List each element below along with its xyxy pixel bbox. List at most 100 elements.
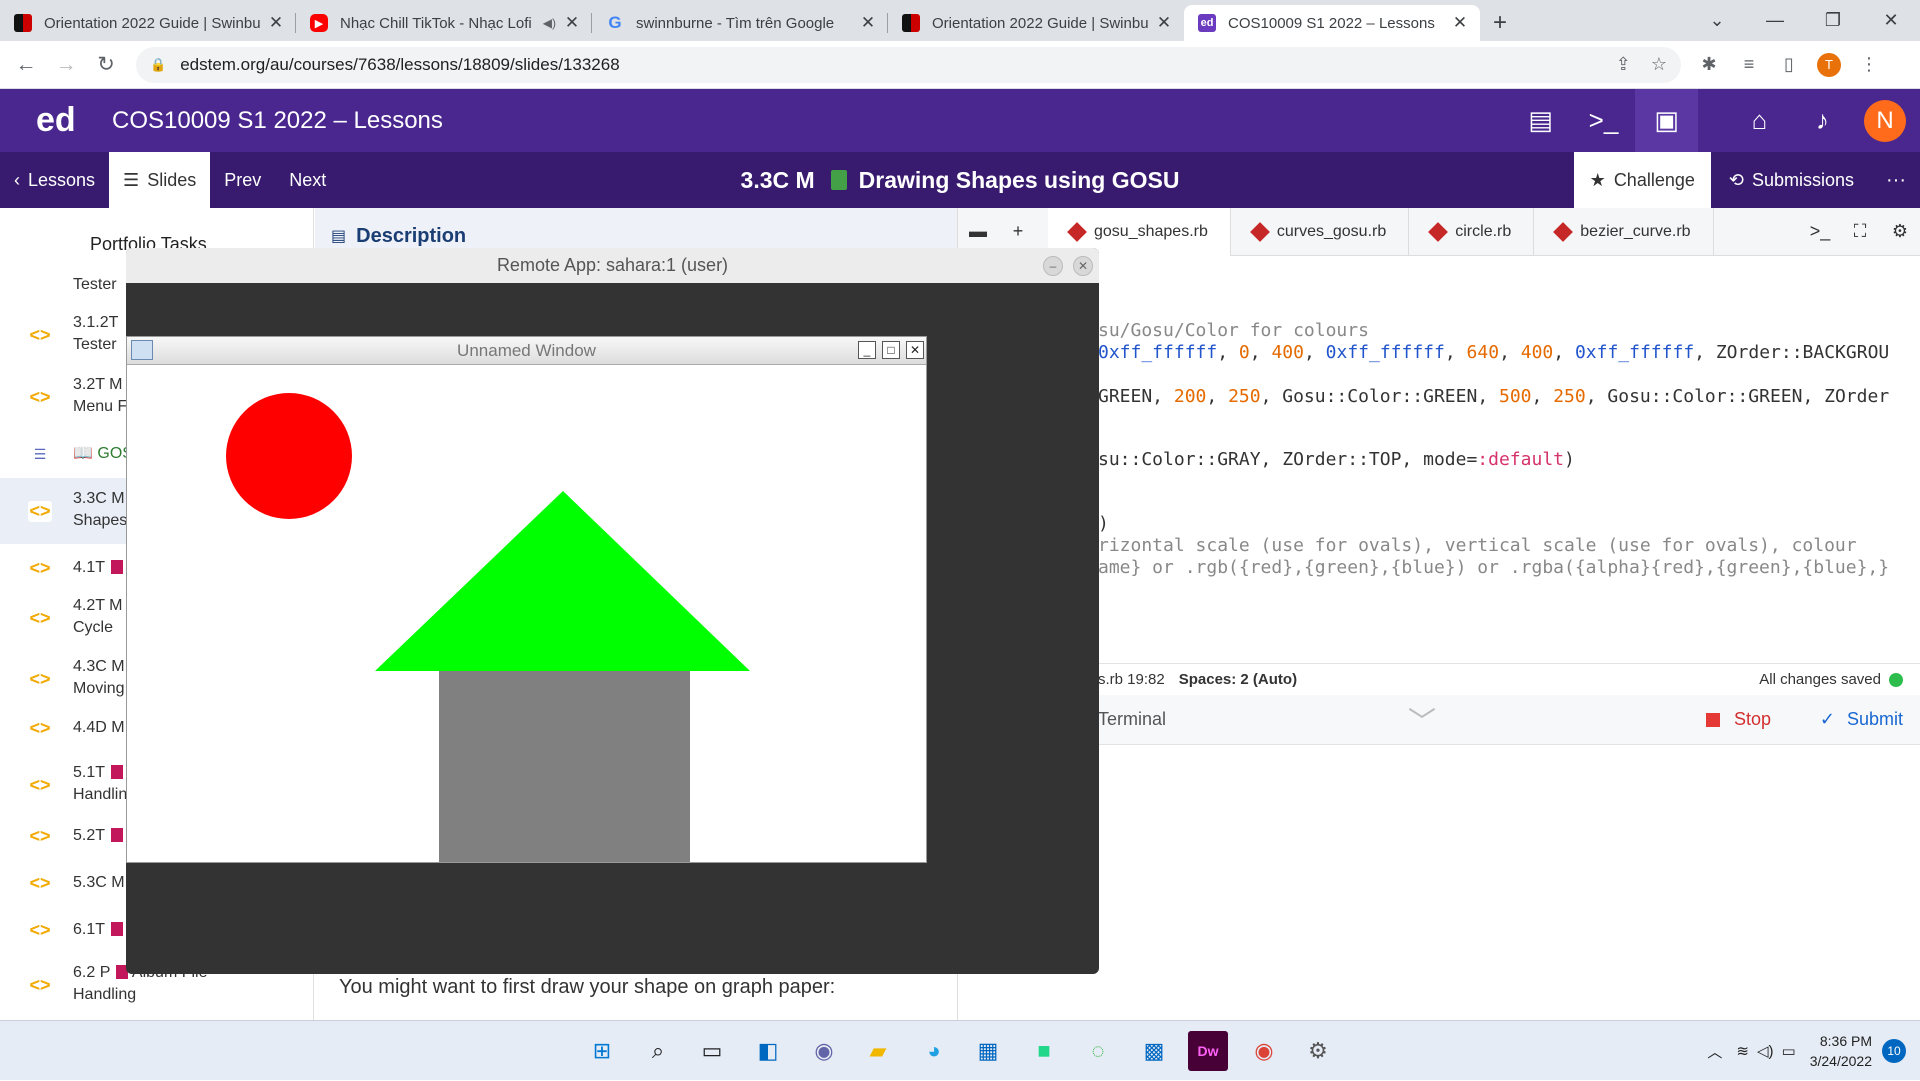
notifications-bell-icon[interactable]: ♪ [1791, 89, 1854, 152]
settings-gear-icon[interactable]: ⚙ [1298, 1031, 1338, 1071]
reload-icon[interactable]: ↻ [86, 45, 126, 85]
side-panel-icon[interactable]: ▯ [1769, 54, 1809, 75]
gray-rectangle-wall [439, 671, 690, 862]
time: 8:36 PM [1819, 1033, 1872, 1049]
indent-setting[interactable]: Spaces: 2 (Auto) [1179, 671, 1297, 688]
browser-tab-3[interactable]: G swinnburne - Tìm trên Google ✕ [592, 5, 888, 41]
discussion-icon[interactable]: ▤ [1509, 89, 1572, 152]
audio-playing-icon[interactable]: ◀) [543, 16, 556, 30]
extensions-icon[interactable]: ✱ [1689, 54, 1729, 75]
browser-tab-1[interactable]: Orientation 2022 Guide | Swinbu ✕ [0, 5, 296, 41]
restore-button[interactable]: ❐ [1804, 0, 1862, 41]
fullscreen-icon[interactable]: ⛶ [1840, 221, 1880, 242]
more-options-icon[interactable]: ··· [1872, 169, 1920, 192]
browser-tab-2[interactable]: ▶ Nhạc Chill TikTok - Nhạc Lofi ◀) ✕ [296, 5, 592, 41]
stop-button[interactable]: Stop [1705, 709, 1771, 730]
bookmark-star-icon[interactable]: ☆ [1651, 54, 1667, 75]
code-line[interactable]: ame} or .rgb({red},{green},{blue}) or .r… [1098, 557, 1889, 578]
browser-tab-4[interactable]: Orientation 2022 Guide | Swinbu ✕ [888, 5, 1184, 41]
settings-gear-icon[interactable]: ⚙ [1880, 221, 1920, 242]
code-line[interactable]: su::Color::GRAY, ZOrder::TOP, mode=:defa… [1098, 449, 1575, 470]
chevron-down-icon[interactable]: ﹀ [1408, 700, 1436, 740]
chevron-up-icon[interactable]: ︿ [1707, 1041, 1722, 1062]
terminal-icon[interactable]: >_ [1800, 221, 1840, 242]
gosu-window-titlebar[interactable]: Unnamed Window _ □ ✕ [127, 337, 926, 365]
file-tree-icon[interactable]: ▬ [958, 221, 998, 242]
notification-badge[interactable]: 10 [1882, 1039, 1906, 1063]
back-icon[interactable]: ← [6, 45, 46, 85]
task-view-icon[interactable]: ▭ [692, 1031, 732, 1071]
close-tab-icon[interactable]: ✕ [1450, 13, 1470, 33]
media-control-icon[interactable]: ≡ [1729, 54, 1769, 75]
ruby-file-icon [1067, 221, 1087, 242]
minimize-button[interactable]: — [1746, 0, 1804, 41]
teams-chat-icon[interactable]: ◉ [804, 1031, 844, 1071]
app-ring-icon[interactable]: ◌ [1078, 1031, 1118, 1071]
code-line[interactable]: rizontal scale (use for ovals), vertical… [1098, 535, 1857, 556]
document-icon: ☰ [33, 445, 47, 462]
add-file-icon[interactable]: + [998, 221, 1038, 242]
maximize-button[interactable]: □ [882, 341, 900, 359]
code-line[interactable]: 0xff_ffffff, 0, 400, 0xff_ffffff, 640, 4… [1098, 342, 1889, 363]
swinburne-flag-icon [14, 14, 32, 32]
chrome-menu-icon[interactable]: ⋮ [1849, 54, 1889, 75]
new-tab-button[interactable]: + [1480, 5, 1520, 41]
share-icon[interactable]: ⇪ [1616, 54, 1631, 75]
chrome-icon[interactable]: ◉ [1244, 1031, 1284, 1071]
tab-search-icon[interactable]: ⌄ [1688, 0, 1746, 41]
volume-icon[interactable]: ◁) [1757, 1042, 1774, 1060]
ed-logo[interactable]: ed [36, 101, 112, 140]
close-tab-icon[interactable]: ✕ [858, 13, 878, 33]
widgets-icon[interactable]: ◧ [748, 1031, 788, 1071]
next-button[interactable]: Next [275, 152, 340, 208]
close-tab-icon[interactable]: ✕ [1154, 13, 1174, 33]
code-line[interactable]: GREEN, 200, 250, Gosu::Color::GREEN, 500… [1098, 386, 1889, 407]
edge-icon[interactable]: ◕ [914, 1031, 954, 1071]
profile-avatar[interactable]: T [1809, 52, 1849, 77]
forward-icon[interactable]: → [46, 45, 86, 85]
dreamweaver-icon[interactable]: Dw [1188, 1031, 1228, 1071]
battery-icon[interactable]: ▭ [1782, 1042, 1796, 1060]
slides-button[interactable]: ☰ Slides [109, 152, 211, 208]
code-icon: <> [29, 668, 51, 689]
file-tab[interactable]: curves_gosu.rb [1231, 207, 1410, 256]
file-tab[interactable]: bezier_curve.rb [1534, 207, 1714, 256]
code-line[interactable]: ) [1098, 513, 1109, 534]
remote-app-titlebar[interactable]: Remote App: sahara:1 (user) – ✕ [126, 248, 1099, 283]
lessons-icon[interactable]: ▣ [1635, 89, 1698, 152]
search-icon[interactable]: ⌕ [638, 1031, 678, 1071]
close-button[interactable]: ✕ [906, 341, 924, 359]
store-icon[interactable]: ▦ [968, 1031, 1008, 1071]
clock[interactable]: 8:36 PM 3/24/2022 [1810, 1031, 1872, 1071]
windows-taskbar: ⊞ ⌕ ▭ ◧ ◉ ▰ ◕ ▦ ■ ◌ ▩ Dw ◉ ⚙ ︿ ≋ ◁) ▭ 8:… [0, 1020, 1920, 1080]
home-icon[interactable]: ⌂ [1728, 89, 1791, 152]
close-button[interactable]: ✕ [1073, 256, 1093, 276]
tab-title: Orientation 2022 Guide | Swinbu [932, 14, 1149, 32]
file-explorer-icon[interactable]: ▰ [858, 1031, 898, 1071]
calendar-icon[interactable]: ▩ [1134, 1031, 1174, 1071]
url-text: edstem.org/au/courses/7638/lessons/18809… [180, 54, 620, 74]
lessons-back-button[interactable]: ‹ Lessons [0, 152, 109, 208]
file-tab[interactable]: circle.rb [1409, 207, 1535, 256]
pycharm-icon[interactable]: ■ [1024, 1031, 1064, 1071]
ruby-file-icon [1553, 221, 1574, 242]
omnibox[interactable]: 🔒 edstem.org/au/courses/7638/lessons/188… [136, 46, 1681, 83]
wifi-icon[interactable]: ≋ [1736, 1042, 1749, 1060]
submit-button[interactable]: ✓ Submit [1820, 709, 1903, 730]
close-tab-icon[interactable]: ✕ [266, 13, 286, 33]
lock-icon[interactable]: 🔒 [150, 57, 166, 73]
minimize-button[interactable]: _ [858, 341, 876, 359]
minimize-button[interactable]: – [1043, 256, 1063, 276]
windows-start-icon[interactable]: ⊞ [582, 1031, 622, 1071]
user-avatar[interactable]: N [1864, 99, 1906, 142]
browser-tab-5[interactable]: ed COS10009 S1 2022 – Lessons ✕ [1184, 5, 1480, 41]
tab-title: Nhạc Chill TikTok - Nhạc Lofi [340, 14, 532, 32]
close-tab-icon[interactable]: ✕ [562, 13, 582, 33]
close-window-button[interactable]: ✕ [1862, 0, 1920, 41]
submissions-tab[interactable]: ⟲ Submissions [1711, 170, 1872, 191]
code-line[interactable]: su/Gosu/Color for colours [1098, 320, 1369, 341]
challenge-tab[interactable]: ★ Challenge [1573, 152, 1711, 208]
terminal-label[interactable]: Terminal [1098, 709, 1166, 730]
prev-button[interactable]: Prev [210, 152, 275, 208]
terminal-icon[interactable]: >_ [1572, 89, 1635, 152]
